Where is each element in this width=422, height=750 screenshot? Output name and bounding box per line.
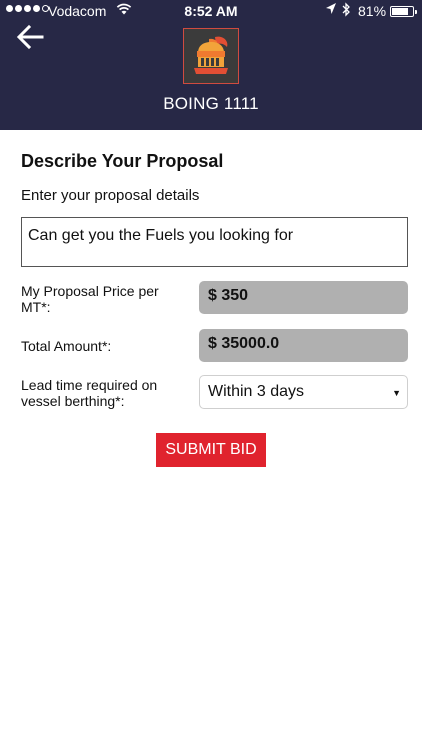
status-bar: Vodacom 8:52 AM 81% [0,0,422,22]
lead-time-label: Lead time required on vessel berthing*: [21,377,158,409]
submit-bid-button[interactable]: SUBMIT BID [156,433,266,467]
lead-time-value: Within 3 days [208,383,305,400]
chevron-down-icon: ▼ [392,388,401,398]
page-title: BOING 1111 [163,94,259,113]
battery-level [392,8,409,15]
lead-time-select[interactable]: Within 3 days ▼ [199,375,408,409]
battery-percent: 81% [358,3,387,19]
battery-icon [390,6,417,17]
total-amount-label: Total Amount*: [21,338,112,354]
knight-helmet-logo [183,28,239,84]
section-subheading: Enter your proposal details [21,187,200,204]
arrow-left-icon[interactable] [14,22,48,52]
total-amount-field[interactable]: $ 35000.0 [199,329,408,362]
location-arrow-icon [325,2,337,19]
proposal-details-input[interactable]: Can get you the Fuels you looking for [21,217,408,267]
section-heading: Describe Your Proposal [21,151,224,171]
price-field[interactable]: $ 350 [199,281,408,314]
price-label: My Proposal Price per MT*: [21,283,159,315]
app-header: Vodacom 8:52 AM 81% BOING 1111 [0,0,422,130]
bluetooth-icon [341,2,351,20]
